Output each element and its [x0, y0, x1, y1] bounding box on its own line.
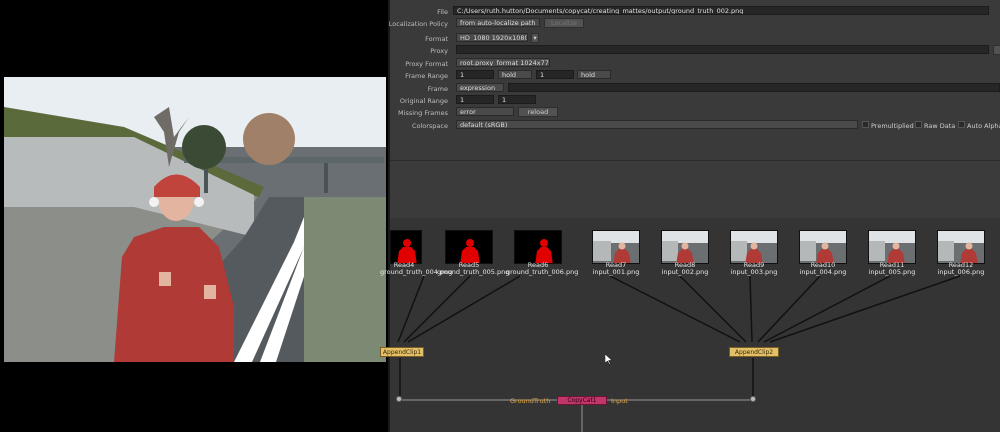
format-dropdown[interactable]: HD_1080 1920x1080 [456, 33, 528, 42]
properties-empty-area [390, 160, 1000, 219]
read8-filename: input_002.png [661, 268, 709, 276]
frame-range-start-mode-dropdown[interactable]: hold [498, 70, 532, 79]
frame-expression-field[interactable] [508, 83, 1000, 92]
original-range-label: Original Range [399, 97, 448, 105]
mouse-cursor-icon [605, 354, 613, 365]
localization-policy-dropdown[interactable]: from auto-localize path [456, 18, 540, 27]
read8-node[interactable]: Read8 input_002.png [661, 230, 709, 276]
original-range-start-field[interactable]: 1 [456, 95, 494, 104]
format-label: Format [425, 35, 448, 43]
localization-policy-label: Localization Policy [388, 20, 448, 28]
viewer-image [4, 77, 386, 362]
proxy-field[interactable] [456, 45, 989, 54]
read7-filename: input_001.png [592, 268, 640, 276]
read10-thumbnail [799, 230, 847, 264]
read7-thumbnail [592, 230, 640, 264]
proxy-format-label: Proxy Format [405, 60, 448, 68]
read6-filename: ground_truth_006.png [506, 268, 579, 276]
read12-node[interactable]: Read12 input_006.png [937, 230, 985, 276]
read10-filename: input_004.png [799, 268, 847, 276]
file-path-field[interactable]: C:/Users/ruth.hutton/Documents/copycat/c… [453, 6, 989, 15]
frame-range-start-field[interactable]: 1 [456, 70, 494, 79]
auto-alpha-label: Auto Alpha [967, 122, 1000, 130]
frame-range-end-mode-dropdown[interactable]: hold [577, 70, 611, 79]
input-edge-label: Input [611, 397, 628, 405]
localize-button[interactable]: Localize [544, 18, 584, 28]
proxy-label: Proxy [430, 47, 448, 55]
append-clip2-node[interactable]: AppendClip2 [729, 347, 779, 357]
read8-thumbnail [661, 230, 709, 264]
read4-node[interactable]: Read4 ground_truth_004.png [372, 230, 452, 276]
read9-thumbnail [730, 230, 778, 264]
properties-panel: File C:/Users/ruth.hutton/Documents/copy… [388, 0, 1000, 160]
reload-button[interactable]: reload [518, 107, 558, 117]
read11-thumbnail [868, 230, 916, 264]
read5-node[interactable]: Read5 ground_truth_005.png [437, 230, 509, 276]
frame-range-label: Frame Range [405, 72, 448, 80]
premultiplied-checkbox[interactable] [862, 121, 869, 128]
read12-thumbnail [937, 230, 985, 264]
chevron-down-icon: ▾ [533, 34, 537, 42]
original-range-end-field[interactable]: 1 [498, 95, 536, 104]
file-label: File [437, 8, 448, 16]
read7-node[interactable]: Read7 input_001.png [592, 230, 640, 276]
read11-node[interactable]: Read11 input_005.png [868, 230, 916, 276]
frame-label: Frame [427, 85, 448, 93]
read5-thumbnail [445, 230, 493, 264]
read4-filename: ground_truth_004.png [380, 268, 453, 276]
premultiplied-label: Premultiplied [871, 122, 914, 130]
frame-mode-dropdown[interactable]: expression [456, 83, 504, 92]
read10-node[interactable]: Read10 input_004.png [799, 230, 847, 276]
format-menu-button[interactable]: ▾ [531, 33, 539, 43]
read9-filename: input_003.png [730, 268, 778, 276]
colorspace-dropdown[interactable]: default (sRGB) [456, 120, 858, 129]
read5-filename: ground_truth_005.png [437, 268, 510, 276]
read12-filename: input_006.png [937, 268, 985, 276]
auto-alpha-checkbox[interactable] [958, 121, 965, 128]
read9-node[interactable]: Read9 input_003.png [730, 230, 778, 276]
colorspace-label: Colorspace [411, 122, 448, 130]
proxy-menu-button[interactable] [993, 45, 1000, 55]
read6-thumbnail [514, 230, 562, 264]
read4-thumbnail [390, 230, 422, 264]
copycat-node[interactable]: CopyCat1 [557, 396, 607, 405]
append-clip1-node[interactable]: AppendClip1 [380, 347, 424, 357]
graph-dot-right[interactable] [750, 396, 756, 402]
graph-dot-left[interactable] [396, 396, 402, 402]
missing-frames-label: Missing Frames [398, 109, 448, 117]
proxy-format-dropdown[interactable]: root.proxy_format 1024x778 [456, 58, 550, 67]
missing-frames-dropdown[interactable]: error [456, 107, 514, 116]
raw-data-label: Raw Data [924, 122, 956, 130]
frame-range-end-field[interactable]: 1 [536, 70, 574, 79]
read11-filename: input_005.png [868, 268, 916, 276]
node-graph[interactable]: Read4 ground_truth_004.png Read5 ground_… [380, 218, 1000, 432]
read6-node[interactable]: Read6 ground_truth_006.png [506, 230, 578, 276]
raw-data-checkbox[interactable] [915, 121, 922, 128]
groundtruth-edge-label: GroundTruth [510, 397, 551, 405]
viewer-panel[interactable] [0, 0, 388, 432]
